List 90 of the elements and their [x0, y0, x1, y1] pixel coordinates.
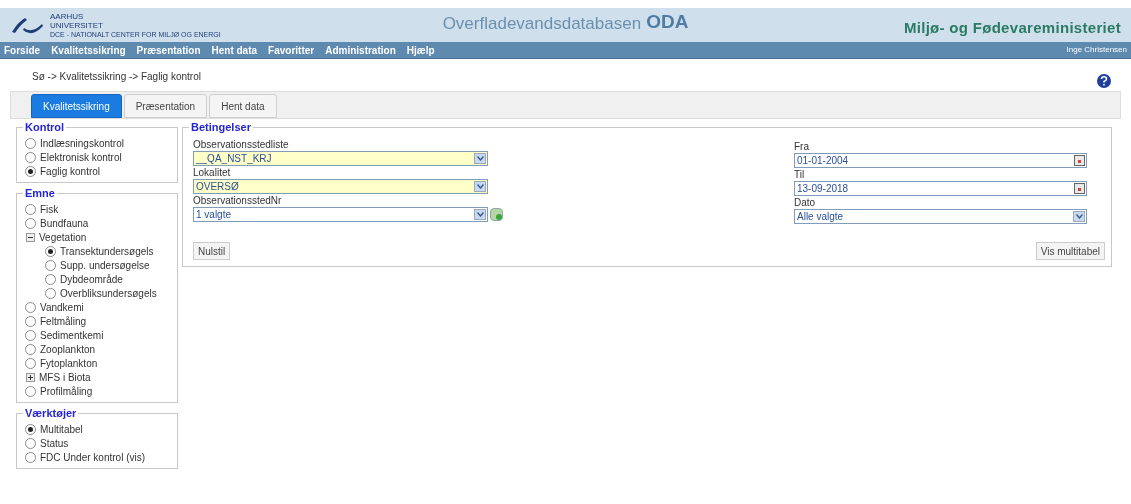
dropdown-field[interactable]: 1 valgte	[193, 207, 488, 222]
group-legend: Emne	[23, 186, 57, 200]
radio-button[interactable]	[25, 329, 36, 341]
radio-label: Multitabel	[40, 422, 83, 437]
dropdown-arrow-icon[interactable]	[474, 153, 486, 164]
date-field[interactable]: 01-01-2004	[794, 153, 1087, 168]
dropdown-field[interactable]: OVERSØ	[193, 179, 488, 194]
date-field[interactable]: 13-09-2018	[794, 181, 1087, 196]
user-name[interactable]: Inge Christensen	[1066, 44, 1127, 56]
field-label: Fra	[794, 140, 810, 153]
radio-button[interactable]	[25, 385, 36, 397]
menu-item[interactable]: Hent data	[211, 42, 258, 58]
radio-button[interactable]	[45, 273, 56, 285]
field-label: Observationsstedliste	[193, 138, 290, 151]
field-label: Dato	[794, 196, 817, 209]
group-legend: Kontrol	[23, 120, 67, 134]
radio-label: Profilmåling	[40, 384, 93, 399]
radio-button[interactable]	[25, 451, 36, 463]
radio-label: Elektronisk kontrol	[40, 150, 122, 165]
field-label: Lokalitet	[193, 166, 232, 179]
add-icon[interactable]	[490, 208, 503, 221]
menu-item[interactable]: Præsentation	[136, 42, 201, 58]
field-value: 13-09-2018	[797, 182, 849, 195]
radio-label: Feltmåling	[40, 314, 87, 329]
radio-button[interactable]	[25, 217, 36, 229]
radio-label: Transektundersøgels	[60, 244, 154, 259]
field-value: 1 valgte	[196, 208, 232, 221]
app-title-acronym: ODA	[646, 9, 689, 34]
field-label: ObservationsstedNr	[193, 194, 283, 207]
calendar-icon[interactable]	[1074, 183, 1085, 194]
field-value: 01-01-2004	[797, 154, 849, 167]
collapse-icon[interactable]	[26, 232, 35, 242]
radio-button[interactable]	[25, 151, 36, 163]
logo-text: AARHUS	[50, 11, 85, 21]
menu-item[interactable]: Administration	[325, 42, 396, 58]
radio-label: Overbliksundersøgels	[60, 286, 157, 301]
radio-label: Sedimentkemi	[40, 328, 104, 343]
university-logo-icon	[10, 16, 44, 34]
menu-item[interactable]: Forside	[4, 42, 41, 58]
group-legend: Værktøjer	[23, 406, 79, 420]
radio-label: FDC Under kontrol (vis)	[40, 450, 146, 465]
radio-label: Fytoplankton	[40, 356, 98, 371]
radio-button[interactable]	[25, 165, 36, 177]
radio-button[interactable]	[45, 287, 56, 299]
tab[interactable]: Kvalitetssikring	[31, 94, 122, 118]
calendar-icon[interactable]	[1074, 155, 1085, 166]
radio-button[interactable]	[25, 203, 36, 215]
dropdown-field[interactable]: Alle valgte	[794, 209, 1087, 224]
menu-item[interactable]: Hjælp	[406, 42, 435, 58]
dropdown-arrow-icon[interactable]	[474, 181, 486, 192]
radio-label: Fisk	[40, 202, 59, 217]
tree-label[interactable]: MFS i Biota	[39, 369, 91, 385]
menu-item[interactable]: Kvalitetssikring	[51, 42, 126, 58]
radio-label: Zooplankton	[40, 342, 96, 357]
radio-button[interactable]	[45, 259, 56, 271]
help-icon[interactable]	[1097, 74, 1111, 88]
expand-icon[interactable]	[26, 372, 35, 382]
radio-label: Dybdeområde	[60, 272, 123, 287]
radio-label: Vandkemi	[40, 300, 84, 315]
field-label: Til	[794, 168, 806, 181]
radio-label: Bundfauna	[40, 216, 89, 231]
radio-button[interactable]	[25, 137, 36, 149]
radio-button[interactable]	[25, 301, 36, 313]
radio-button[interactable]	[25, 357, 36, 369]
logo-text: UNIVERSITET	[50, 20, 104, 30]
dropdown-arrow-icon[interactable]	[1073, 211, 1085, 222]
dropdown-field[interactable]: __QA_NST_KRJ	[193, 151, 488, 166]
radio-button[interactable]	[25, 343, 36, 355]
dropdown-arrow-icon[interactable]	[474, 209, 486, 220]
field-value: OVERSØ	[196, 180, 239, 193]
tab[interactable]: Hent data	[209, 94, 277, 118]
radio-button[interactable]	[25, 315, 36, 327]
radio-label: Faglig kontrol	[40, 164, 101, 179]
breadcrumb: Sø -> Kvalitetssikring -> Faglig kontrol	[32, 69, 201, 84]
radio-label: Supp. undersøgelse	[60, 258, 150, 273]
radio-label: Status	[40, 436, 69, 451]
radio-button[interactable]	[25, 437, 36, 449]
menu-item[interactable]: Favoritter	[268, 42, 315, 58]
tab[interactable]: Præsentation	[123, 94, 208, 118]
reset-button[interactable]: Nulstil	[193, 242, 231, 260]
field-value: __QA_NST_KRJ	[196, 152, 272, 165]
field-value: Alle valgte	[797, 210, 844, 223]
radio-button[interactable]	[25, 423, 36, 435]
group-legend: Betingelser	[189, 120, 253, 134]
radio-button[interactable]	[45, 245, 56, 257]
ministry-name: Miljø- og Fødevareministeriet	[903, 17, 1121, 38]
tree-label[interactable]: Vegetation	[39, 229, 87, 245]
submit-button[interactable]: Vis multitabel	[1035, 242, 1105, 260]
app-title: Overfladevandsdatabasen	[442, 12, 642, 35]
radio-label: Indlæsningskontrol	[40, 136, 124, 151]
